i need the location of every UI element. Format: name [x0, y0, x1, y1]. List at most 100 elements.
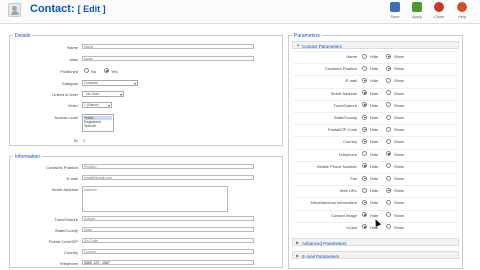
param-row-divider — [294, 173, 457, 174]
param-show-label: Show — [394, 102, 405, 108]
param-show-radio[interactable] — [386, 65, 391, 71]
param-label: Mobile Phone Number — [317, 163, 357, 169]
apply-button[interactable]: Apply — [407, 2, 427, 22]
published-label: Published — [60, 69, 78, 74]
param-hide-radio[interactable] — [362, 126, 367, 132]
param-show-radio[interactable] — [386, 138, 391, 144]
advanced-parameters-toggle[interactable]: ▶ Advanced Parameters — [292, 238, 459, 246]
suburb-input[interactable]: Suburb — [82, 216, 254, 221]
param-label: Name — [346, 54, 357, 59]
save-icon — [390, 2, 400, 12]
param-show-radio[interactable] — [386, 175, 391, 181]
state-input[interactable]: State — [82, 227, 254, 232]
name-input[interactable]: Name — [82, 44, 254, 49]
param-show-label: Show — [394, 66, 405, 72]
param-hide-radio[interactable] — [362, 175, 367, 181]
param-label: State/County — [333, 115, 357, 120]
position-input[interactable]: Position — [82, 164, 254, 169]
published-yes-radio[interactable] — [104, 68, 109, 73]
linked-user-select[interactable]: - No User - — [82, 91, 124, 97]
order-label: Order — [67, 103, 78, 108]
help-icon — [457, 2, 467, 12]
page-title: Contact: [ Edit ] — [30, 3, 106, 15]
close-button[interactable]: Close — [429, 2, 449, 22]
param-hide-label: Hide — [370, 163, 379, 169]
param-row-divider — [294, 209, 457, 211]
param-show-label: Show — [394, 139, 405, 145]
param-show-label: Show — [394, 163, 405, 169]
param-hide-radio[interactable] — [362, 53, 367, 59]
postcode-input[interactable]: Zip Code — [82, 238, 254, 243]
param-row-divider — [294, 197, 457, 199]
param-hide-label: Hide — [370, 139, 379, 145]
alias-label: Alias — [69, 57, 78, 62]
email-parameters-toggle[interactable]: ▶ E-mail Parameters — [292, 251, 459, 259]
param-show-label: Show — [394, 127, 405, 133]
param-label: Street Address — [330, 90, 357, 96]
param-hide-radio[interactable] — [362, 187, 367, 193]
param-show-radio[interactable] — [386, 187, 391, 193]
param-label: Miscellaneous Information — [310, 200, 357, 206]
param-hide-radio[interactable] — [362, 114, 367, 120]
name-label: Name — [67, 45, 78, 50]
id-value: 1 — [83, 138, 86, 143]
close-icon — [434, 2, 444, 12]
param-label: Town/Suburb — [333, 102, 357, 108]
param-hide-label: Hide — [370, 212, 379, 218]
param-row-divider — [294, 148, 457, 150]
address-textarea[interactable]: Address — [82, 186, 228, 212]
param-show-label: Show — [394, 54, 405, 59]
param-show-radio[interactable] — [386, 126, 391, 132]
param-row-divider — [294, 75, 457, 77]
param-show-radio[interactable] — [386, 77, 391, 83]
param-label: Web URL — [339, 188, 357, 194]
postcode-label: Postal Code/ZIP — [48, 239, 78, 244]
save-button[interactable]: Save — [385, 2, 405, 22]
param-label: Contact's Position — [325, 66, 357, 72]
email-input[interactable]: email@email.com — [82, 175, 254, 180]
param-label: Telephone — [338, 151, 357, 157]
param-label: Postal/ZIP Code — [327, 127, 357, 133]
chevron-down-icon: ▼ — [296, 43, 300, 48]
suburb-label: Town/Suburb — [54, 217, 78, 222]
param-row-divider — [294, 99, 457, 101]
details-fieldset: Details — [9, 33, 283, 146]
param-hide-radio[interactable] — [362, 65, 367, 71]
param-row-divider — [294, 185, 457, 187]
published-no-radio[interactable] — [84, 68, 89, 73]
param-hide-label: Hide — [370, 115, 379, 120]
parameters-legend: Parameters — [292, 33, 322, 39]
chevron-right-icon: ▶ — [296, 240, 300, 245]
param-show-label: Show — [394, 212, 405, 218]
help-button[interactable]: Help — [452, 2, 472, 22]
param-row-divider — [294, 51, 457, 52]
country-label: Country — [63, 250, 78, 255]
contact-icon — [8, 3, 21, 17]
access-level-label: Access Level — [54, 115, 78, 120]
alias-input[interactable]: name — [82, 56, 254, 61]
param-show-radio[interactable] — [386, 199, 391, 205]
access-level-list[interactable]: Public Registered Special — [82, 114, 114, 132]
param-label: E-mail — [345, 78, 357, 84]
order-select[interactable]: 1 (Name) — [82, 102, 112, 108]
param-show-label: Show — [394, 224, 405, 230]
telephone-input[interactable]: (888) 123 - 1587 — [82, 260, 254, 265]
param-hide-label: Hide — [370, 78, 379, 84]
category-select[interactable]: Contacts — [82, 80, 138, 86]
country-input[interactable]: Country — [82, 249, 254, 254]
param-hide-radio[interactable] — [362, 77, 367, 83]
param-hide-radio[interactable] — [362, 199, 367, 205]
param-show-radio[interactable] — [386, 114, 391, 120]
access-option[interactable]: Special — [84, 124, 112, 128]
param-label: Country — [342, 139, 357, 145]
toolbar-header: Contact: [ Edit ] Save Apply Close Help — [0, 0, 480, 24]
details-legend: Details — [13, 33, 33, 39]
param-hide-radio[interactable] — [362, 138, 367, 144]
param-hide-label: Hide — [370, 54, 379, 59]
param-show-label: Show — [394, 90, 405, 96]
param-row-divider — [294, 160, 457, 162]
param-show-radio[interactable] — [386, 53, 391, 59]
contact-parameters-toggle[interactable]: ▼ Contact Parameters — [292, 41, 459, 49]
information-legend: Information — [13, 154, 43, 160]
param-label: Fax — [350, 176, 357, 181]
